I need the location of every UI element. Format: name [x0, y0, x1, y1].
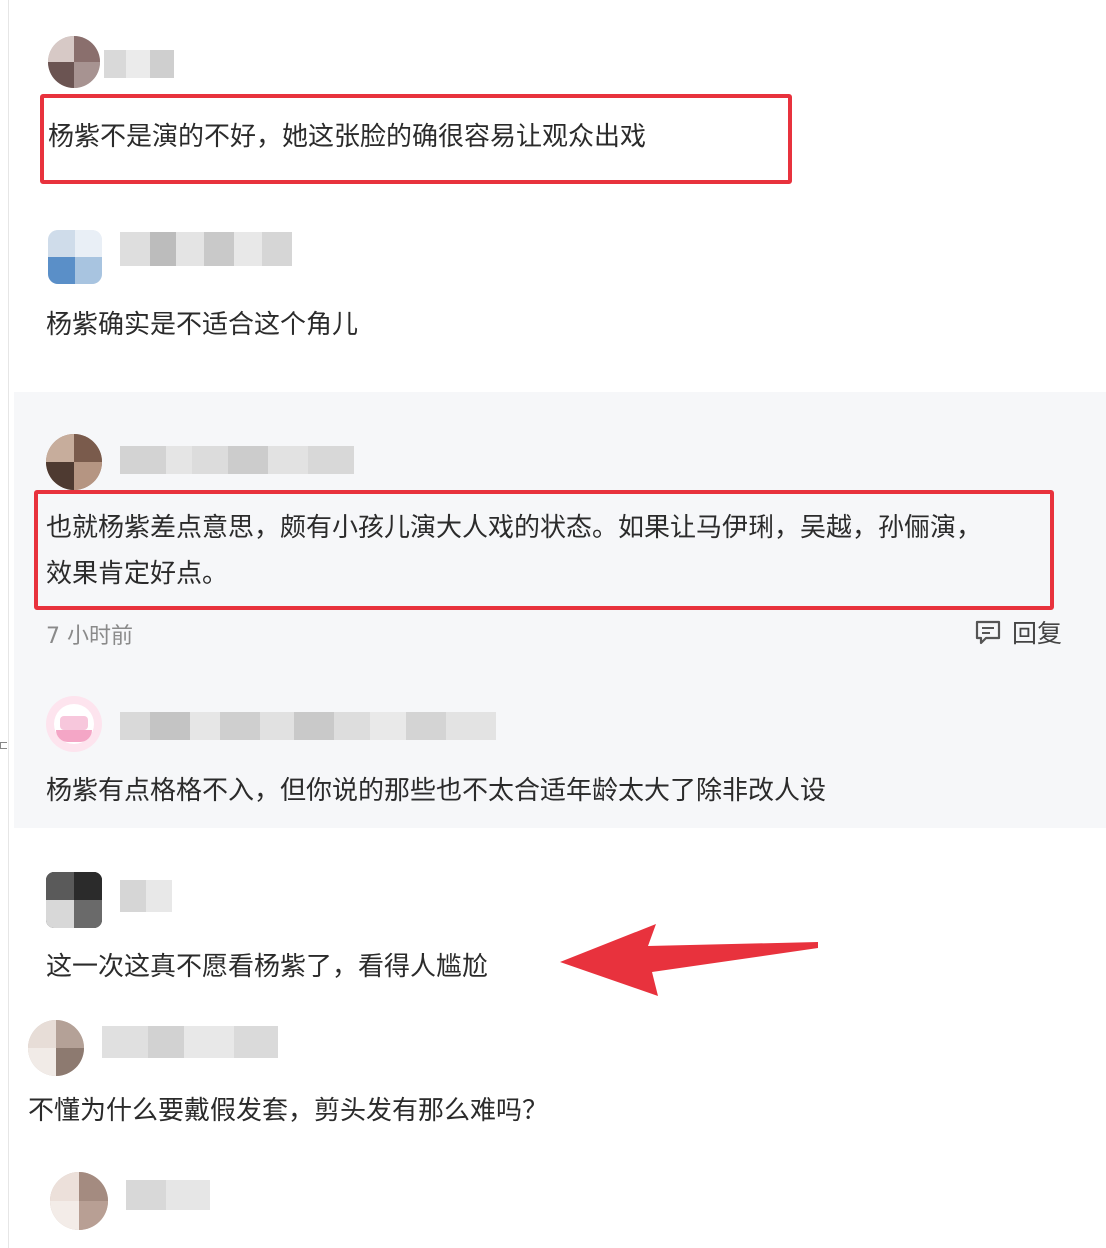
avatar[interactable] [46, 696, 102, 752]
comment-text: 杨紫确实是不适合这个角儿 [46, 310, 359, 340]
avatar[interactable] [48, 36, 100, 88]
red-arrow-annotation [560, 924, 818, 996]
blurred-username [120, 712, 496, 740]
comment-text: 杨紫有点格格不入，但你说的那些也不太合适年龄太大了除非改人设 [46, 776, 827, 806]
comment-text-line: 也就杨紫差点意思，颇有小孩儿演大人戏的状态。如果让马伊琍，吴越，孙俪演， [46, 513, 983, 543]
avatar[interactable] [46, 872, 102, 928]
blurred-username [104, 50, 174, 78]
edge-marker [0, 742, 7, 749]
comment-text-line: 效果肯定好点。 [46, 559, 229, 589]
avatar[interactable] [28, 1020, 84, 1076]
comment-text: 这一次这真不愿看杨紫了，看得人尴尬 [46, 952, 489, 982]
comment-text: 不懂为什么要戴假发套，剪头发有那么难吗？ [28, 1096, 549, 1126]
blurred-username [120, 232, 292, 266]
avatar[interactable] [48, 230, 102, 284]
comment-thread-screenshot: 杨紫不是演的不好，她这张脸的确很容易让观众出戏 杨紫确实是不适合这个角儿 也就杨… [0, 0, 1106, 1248]
comment-timestamp: 7 小时前 [46, 624, 133, 649]
comment-text: 杨紫不是演的不好，她这张脸的确很容易让观众出戏 [48, 122, 647, 152]
reply-button-label: 回复 [1012, 619, 1063, 648]
blurred-username [120, 880, 172, 912]
blurred-username [120, 446, 354, 474]
reply-button[interactable]: 回复 [972, 614, 1062, 650]
left-border-line [8, 0, 9, 1248]
avatar[interactable] [46, 434, 102, 490]
comment-bubble-icon [975, 620, 1001, 645]
blurred-username [102, 1026, 278, 1058]
avatar[interactable] [50, 1172, 108, 1230]
blurred-username [126, 1180, 210, 1210]
